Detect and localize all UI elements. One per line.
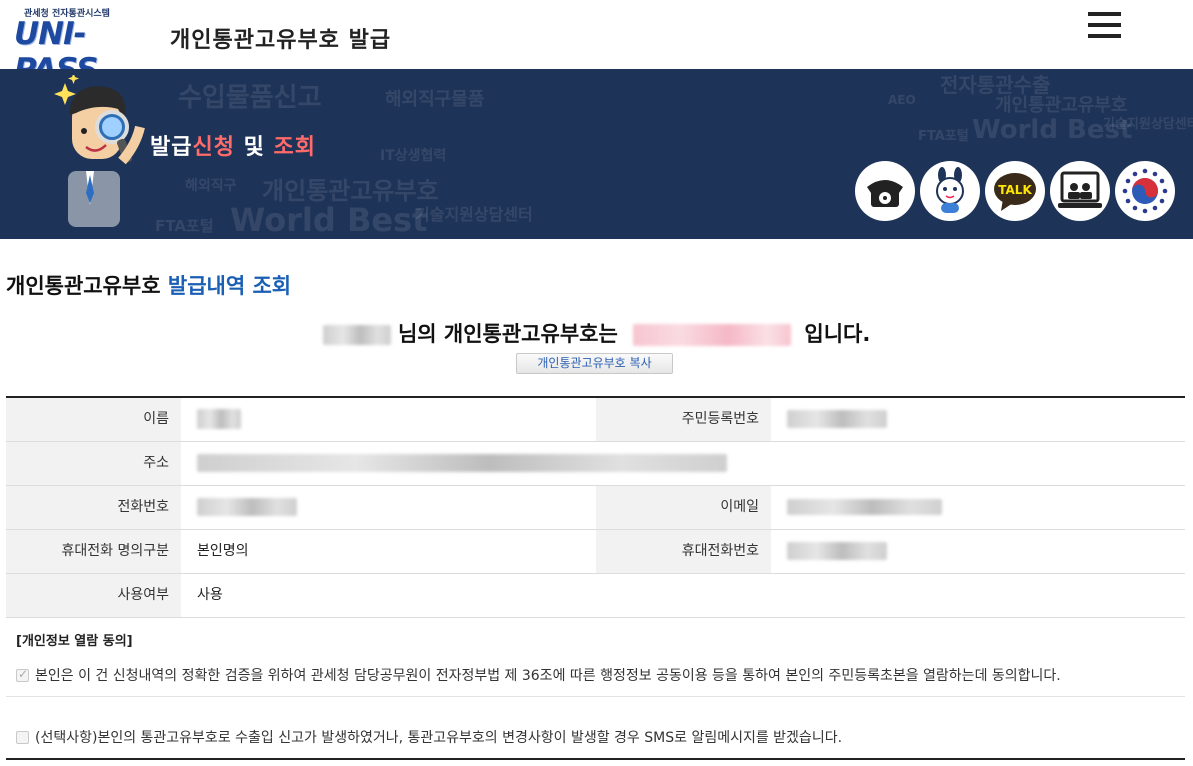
hero-banner: 수입물품신고 해외직구물품 전자통관수출 개인통관고유부호 World Best… (0, 69, 1193, 239)
mobile-owner-value: 본인명의 (197, 543, 249, 559)
unipass-logo[interactable]: 관세청 전자통관시스템 UNI-PASS (14, 6, 164, 88)
table-row: 사용여부 사용 (6, 574, 1185, 618)
section-title-highlight: 발급내역 조회 (167, 274, 292, 298)
consent-divider (6, 696, 1185, 697)
address-value (181, 442, 1185, 485)
banner-title-word: 발급 (150, 135, 193, 160)
consent-item-required: 본인은 이 건 신청내역의 정확한 검증을 위하여 관세청 담당공무원이 전자정… (16, 665, 1061, 685)
table-row: 전화번호 이메일 (6, 486, 1185, 530)
bottom-border (6, 758, 1185, 760)
email-value (771, 486, 1185, 529)
banner-bg-word: World Best (230, 201, 428, 239)
name-value (181, 398, 596, 441)
banner-bg-word: IT상생협력 (380, 148, 447, 164)
copy-code-button[interactable]: 개인통관고유부호 복사 (516, 353, 673, 374)
redacted-customs-code (633, 324, 792, 346)
hamburger-menu-icon[interactable] (1088, 12, 1122, 42)
telephone-icon[interactable] (855, 161, 915, 221)
banner-bg-word: 기술지원상담센터 (415, 205, 533, 224)
section-title: 개인통관고유부호 발급내역 조회 (6, 270, 291, 300)
consent-text-optional: (선택사항)본인의 통관고유부호로 수출입 신고가 발생하였거나, 통관고유부호… (35, 730, 843, 746)
banner-title-word: 및 (234, 135, 274, 160)
section-title-main: 개인통관고유부호 (6, 274, 161, 298)
address-label: 주소 (6, 442, 181, 485)
banner-bg-word: 해외직구 (185, 178, 237, 194)
banner-title-highlight: 조회 (273, 135, 317, 160)
rrn-label: 주민등록번호 (596, 398, 771, 441)
table-row: 휴대전화 명의구분 본인명의 휴대전화번호 (6, 530, 1185, 574)
redacted-value (197, 454, 727, 472)
banner-bg-word: 수입물품신고 (178, 83, 322, 113)
redacted-value (787, 499, 942, 515)
redacted-name (322, 325, 391, 345)
mobile-value (771, 530, 1185, 573)
banner-title: 발급신청 및 조회 (150, 129, 316, 161)
mascot-chat-icon[interactable] (920, 161, 980, 221)
consent-item-optional: (선택사항)본인의 통관고유부호로 수출입 신고가 발생하였거나, 통관고유부호… (16, 727, 842, 747)
redacted-value (197, 409, 241, 429)
banner-bg-word: AEO (888, 93, 916, 107)
page-title: 개인통관고유부호 발급 (170, 28, 392, 53)
kakao-talk-icon[interactable]: TALK (985, 161, 1045, 221)
government-emblem-icon[interactable] (1115, 161, 1175, 221)
phone-label: 전화번호 (6, 486, 181, 529)
banner-bg-word: 기술지원상담센터 (1103, 117, 1193, 132)
consent-checkbox-required[interactable] (16, 667, 29, 682)
info-table: 이름 주민등록번호 주소 전화번호 이메일 휴대전화 명의구분 본인명의 휴대전… (6, 396, 1185, 618)
rrn-value (771, 398, 1185, 441)
banner-bg-word: FTA포털 (155, 217, 214, 235)
usage-label: 사용여부 (6, 574, 181, 617)
banner-title-highlight: 신청 (192, 135, 235, 160)
kakao-talk-label: TALK (998, 183, 1032, 197)
consent-checkbox-optional[interactable] (16, 730, 29, 744)
usage-value: 사용 (197, 587, 223, 603)
banner-bg-word: FTA포털 (918, 129, 969, 144)
top-header: 관세청 전자통관시스템 UNI-PASS 개인통관고유부호 발급 (0, 0, 1193, 88)
redacted-value (787, 410, 887, 428)
phone-value (181, 486, 596, 529)
consent-text-required: 본인은 이 건 신청내역의 정확한 검증을 위하여 관세청 담당공무원이 전자정… (35, 668, 1061, 684)
redacted-value (197, 498, 297, 516)
result-text-end: 입니다. (804, 322, 871, 346)
name-label: 이름 (6, 398, 181, 441)
remote-support-icon[interactable] (1050, 161, 1110, 221)
table-row: 주소 (6, 442, 1185, 486)
mobile-label: 휴대전화번호 (596, 530, 771, 573)
table-row: 이름 주민등록번호 (6, 398, 1185, 442)
redacted-value (787, 542, 887, 560)
consent-title: [개인정보 열람 동의] (16, 634, 133, 649)
customs-code-result: 님의 개인통관고유부호는 입니다. (0, 318, 1193, 348)
result-text: 님의 개인통관고유부호는 (397, 322, 618, 346)
inspector-mascot-icon (54, 75, 145, 227)
banner-bg-word: 해외직구물품 (385, 89, 485, 110)
mobile-owner-label: 휴대전화 명의구분 (6, 530, 181, 573)
email-label: 이메일 (596, 486, 771, 529)
